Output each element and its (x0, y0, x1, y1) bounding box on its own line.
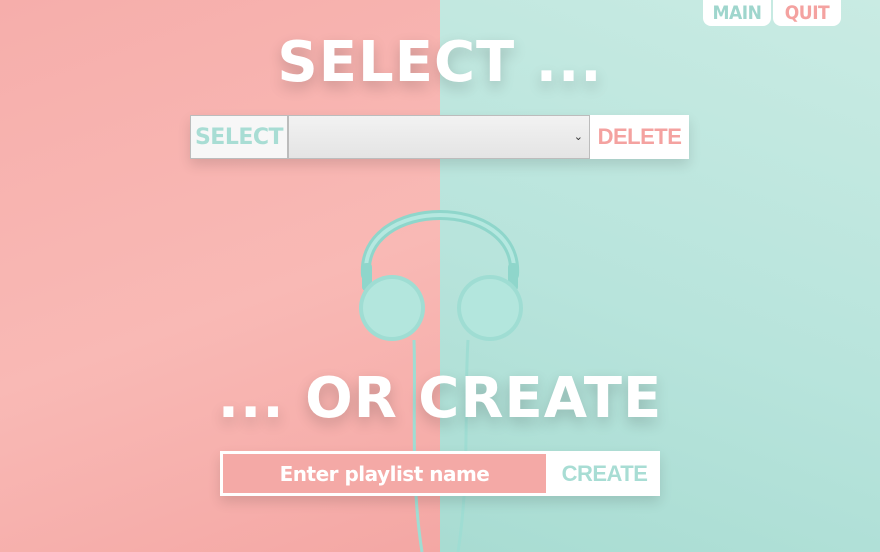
playlist-name-input[interactable] (220, 451, 549, 496)
delete-button[interactable]: DELETE (590, 115, 689, 159)
chevron-down-icon: ⌄ (573, 130, 583, 143)
quit-button[interactable]: QUIT (773, 0, 841, 26)
playlist-select-row: SELECT ⌄ DELETE (190, 115, 689, 159)
playlist-create-row: CREATE (220, 451, 660, 496)
select-button[interactable]: SELECT (190, 115, 288, 159)
create-heading: ... OR CREATE (217, 366, 663, 431)
create-button[interactable]: CREATE (549, 451, 660, 496)
select-heading: SELECT ... (277, 30, 603, 95)
playlist-dropdown[interactable]: ⌄ (288, 115, 590, 159)
main-button[interactable]: MAIN (703, 0, 771, 26)
